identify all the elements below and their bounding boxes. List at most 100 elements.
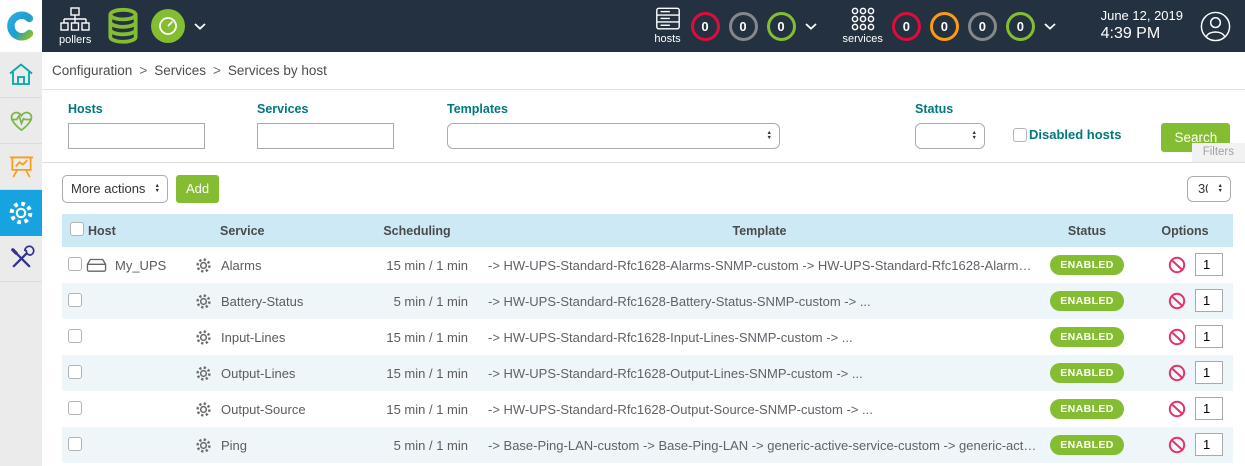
services-filter-input[interactable] xyxy=(257,123,394,149)
template-chain: -> Base-Ping-LAN-custom -> Base-Ping-LAN… xyxy=(482,427,1037,463)
disable-icon[interactable] xyxy=(1168,400,1186,418)
service-name[interactable]: Alarms xyxy=(221,258,261,273)
poller-chevron-down-icon[interactable] xyxy=(194,23,206,30)
disable-icon[interactable] xyxy=(1168,256,1186,274)
services-warning-counter[interactable]: 0 xyxy=(930,12,959,41)
current-date: June 12, 2019 xyxy=(1101,8,1183,24)
services-unknown-counter[interactable]: 0 xyxy=(968,12,997,41)
centreon-logo-icon xyxy=(6,11,36,41)
sidebar-item-administration[interactable] xyxy=(0,236,42,282)
per-page-select[interactable]: 30 xyxy=(1187,176,1231,202)
disable-icon[interactable] xyxy=(1168,364,1186,382)
main-content: Configuration > Services > Services by h… xyxy=(42,52,1245,463)
row-checkbox[interactable] xyxy=(68,293,82,307)
service-name[interactable]: Ping xyxy=(221,438,247,453)
column-header-host[interactable]: Host xyxy=(86,214,192,247)
service-name[interactable]: Input-Lines xyxy=(221,330,285,345)
filters-tab[interactable]: Filters xyxy=(1192,143,1245,162)
hosts-label: hosts xyxy=(654,33,680,45)
disable-icon[interactable] xyxy=(1168,436,1186,454)
templates-filter-select[interactable] xyxy=(447,123,780,149)
service-name[interactable]: Battery-Status xyxy=(221,294,303,309)
disabled-hosts-checkbox[interactable] xyxy=(1013,128,1027,142)
hosts-status-cluster: hosts 0 0 0 xyxy=(654,7,817,45)
column-header-status: Status xyxy=(1037,214,1137,247)
clock: June 12, 2019 4:39 PM xyxy=(1101,8,1183,44)
templates-filter-group: Templates xyxy=(447,102,780,149)
disable-icon[interactable] xyxy=(1168,292,1186,310)
status-filter-select[interactable] xyxy=(915,123,985,149)
column-header-service[interactable]: Service xyxy=(192,214,352,247)
disable-icon[interactable] xyxy=(1168,328,1186,346)
host-icon xyxy=(86,258,107,273)
services-ok-counter[interactable]: 0 xyxy=(1006,12,1035,41)
hosts-up-counter[interactable]: 0 xyxy=(767,12,796,41)
presentation-chart-icon xyxy=(8,153,35,180)
services-critical-counter[interactable]: 0 xyxy=(892,12,921,41)
duplicate-count-input[interactable] xyxy=(1195,325,1223,348)
template-chain: -> HW-UPS-Standard-Rfc1628-Alarms-SNMP-c… xyxy=(482,247,1037,283)
row-checkbox[interactable] xyxy=(68,401,82,415)
services-filter-group: Services xyxy=(257,102,394,149)
topbar: pollers hosts 0 0 0 xyxy=(0,0,1245,52)
user-menu[interactable] xyxy=(1199,10,1232,43)
status-badge: ENABLED xyxy=(1050,291,1124,311)
column-header-options: Options xyxy=(1137,214,1233,247)
sidebar-item-reporting[interactable] xyxy=(0,144,42,190)
disabled-hosts-label[interactable]: Disabled hosts xyxy=(1029,127,1121,142)
filter-panel: Hosts Services Templates Status Disabled… xyxy=(42,90,1245,163)
breadcrumb-configuration[interactable]: Configuration xyxy=(52,63,132,78)
breadcrumb-services[interactable]: Services xyxy=(154,63,206,78)
pollers-menu[interactable]: pollers xyxy=(59,7,91,46)
sidebar-item-home[interactable] xyxy=(0,52,42,98)
row-checkbox[interactable] xyxy=(68,437,82,451)
services-label: services xyxy=(843,33,883,45)
select-all-checkbox[interactable] xyxy=(70,222,84,236)
duplicate-count-input[interactable] xyxy=(1195,253,1223,276)
breadcrumb-services-by-host[interactable]: Services by host xyxy=(228,63,327,78)
hosts-filter-input[interactable] xyxy=(68,123,205,149)
more-actions-select[interactable]: More actions... xyxy=(62,175,168,203)
scheduling-value: 15 min / 1 min xyxy=(352,319,482,355)
toolbar: More actions... Add 30 xyxy=(42,163,1245,214)
duplicate-count-input[interactable] xyxy=(1195,361,1223,384)
sidebar-item-monitoring[interactable] xyxy=(0,98,42,144)
template-chain: -> HW-UPS-Standard-Rfc1628-Output-Source… xyxy=(482,391,1037,427)
current-time: 4:39 PM xyxy=(1101,24,1183,44)
database-status-icon[interactable] xyxy=(105,7,141,45)
status-filter-group: Status xyxy=(915,102,985,149)
row-checkbox[interactable] xyxy=(68,257,82,271)
service-gear-icon xyxy=(194,256,213,275)
poller-gauge-icon[interactable] xyxy=(151,9,185,43)
duplicate-count-input[interactable] xyxy=(1195,433,1223,456)
hosts-unreachable-counter[interactable]: 0 xyxy=(729,12,758,41)
service-name[interactable]: Output-Lines xyxy=(221,366,295,381)
centreon-logo[interactable] xyxy=(0,0,42,52)
hosts-chevron-down-icon[interactable] xyxy=(805,23,817,30)
row-checkbox[interactable] xyxy=(68,329,82,343)
service-gear-icon xyxy=(194,436,213,455)
status-badge: ENABLED xyxy=(1050,399,1124,419)
duplicate-count-input[interactable] xyxy=(1195,397,1223,420)
services-chevron-down-icon[interactable] xyxy=(1044,23,1056,30)
add-button[interactable]: Add xyxy=(176,175,219,203)
sidebar-item-configuration[interactable] xyxy=(0,190,42,236)
row-checkbox[interactable] xyxy=(68,365,82,379)
breadcrumb: Configuration > Services > Services by h… xyxy=(42,52,1245,90)
hosts-filter-label: Hosts xyxy=(68,102,205,116)
service-name[interactable]: Output-Source xyxy=(221,402,306,417)
services-menu[interactable]: services xyxy=(843,7,883,45)
host-name[interactable]: My_UPS xyxy=(115,258,166,273)
template-chain: -> HW-UPS-Standard-Rfc1628-Battery-Statu… xyxy=(482,283,1037,319)
hosts-menu[interactable]: hosts xyxy=(654,7,682,45)
status-badge: ENABLED xyxy=(1050,363,1124,383)
hosts-down-counter[interactable]: 0 xyxy=(691,12,720,41)
duplicate-count-input[interactable] xyxy=(1195,289,1223,312)
scheduling-value: 15 min / 1 min xyxy=(352,247,482,283)
home-icon xyxy=(8,62,34,87)
table-header: Host Service Scheduling Template Status … xyxy=(62,214,1233,247)
status-badge: ENABLED xyxy=(1050,435,1124,455)
heart-pulse-icon xyxy=(8,108,35,133)
breadcrumb-separator: > xyxy=(139,63,147,78)
services-table: Host Service Scheduling Template Status … xyxy=(62,214,1233,463)
